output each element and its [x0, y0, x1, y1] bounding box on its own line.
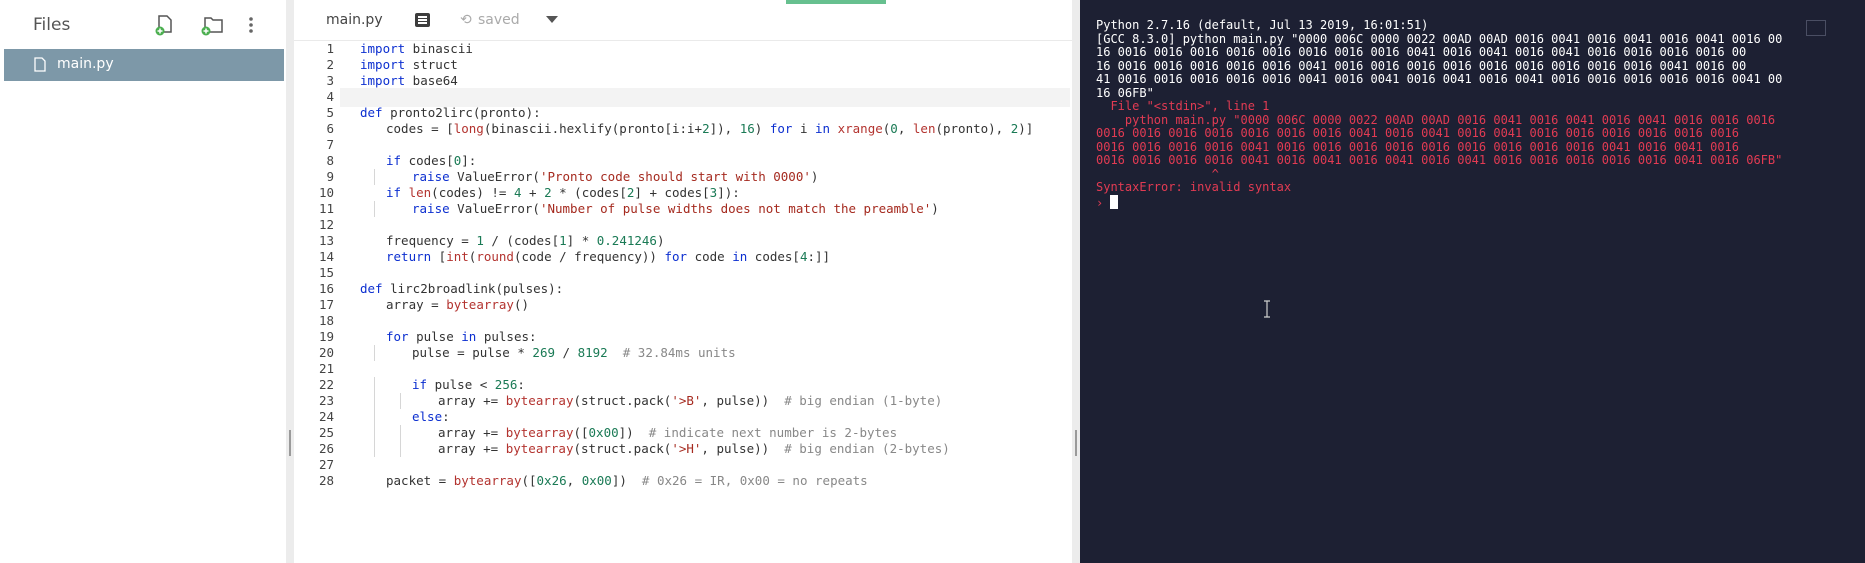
line-number: 12 — [318, 217, 334, 232]
indent-guide — [374, 345, 375, 361]
line-number: 16 — [318, 281, 334, 296]
code-line: import base64 — [360, 73, 458, 88]
code-line: if codes[0]: — [386, 153, 477, 168]
indent-guide — [374, 441, 375, 457]
line-number: 2 — [326, 57, 334, 72]
indent-guide — [400, 393, 401, 409]
code-line: return [int(round(code / frequency)) for… — [386, 249, 831, 264]
code-line: codes = [long(binascii.hexlify(pronto[i:… — [386, 121, 1034, 136]
line-number: 27 — [318, 457, 334, 472]
line-number: 7 — [326, 137, 334, 152]
file-format-icon[interactable] — [415, 13, 430, 27]
indent-guide — [400, 425, 401, 441]
line-number: 26 — [318, 441, 334, 456]
code-line: raise ValueError('Number of pulse widths… — [412, 201, 939, 216]
indent-guide — [374, 201, 375, 217]
file-icon — [34, 57, 46, 76]
sidebar-splitter[interactable] — [286, 0, 294, 563]
more-options-icon[interactable] — [246, 14, 270, 36]
console-error-line: SyntaxError: invalid syntax — [1096, 180, 1292, 194]
prompt-symbol: › — [1096, 195, 1104, 210]
code-line: import binascii — [360, 41, 473, 56]
line-number: 5 — [326, 105, 334, 120]
line-number: 8 — [326, 153, 334, 168]
code-line: def pronto2lirc(pronto): — [360, 105, 541, 120]
code-line: if pulse < 256: — [412, 377, 525, 392]
line-number: 6 — [326, 121, 334, 136]
code-line: frequency = 1 / (codes[1] * 0.241246) — [386, 233, 665, 248]
code-line: raise ValueError('Pronto code should sta… — [412, 169, 819, 184]
code-line: if len(codes) != 4 + 2 * (codes[2] + cod… — [386, 185, 740, 200]
indent-guide — [374, 377, 375, 393]
line-number: 4 — [326, 89, 334, 104]
line-number: 3 — [326, 73, 334, 88]
code-line: else: — [412, 409, 450, 424]
file-item-main-py[interactable]: main.py — [4, 49, 284, 81]
run-indicator — [786, 0, 886, 4]
file-item-label: main.py — [57, 56, 114, 72]
text-cursor-icon — [1264, 300, 1270, 318]
line-number: 22 — [318, 377, 334, 392]
new-file-icon[interactable] — [154, 14, 178, 36]
line-number: 21 — [318, 361, 334, 376]
splitter-grip — [1075, 430, 1077, 456]
code-line: array += bytearray(struct.pack('>H', pul… — [438, 441, 950, 456]
editor-tab-bar: main.py ⟲ saved — [294, 0, 1072, 41]
code-line: import struct — [360, 57, 458, 72]
console-prompt[interactable]: › — [1096, 194, 1119, 211]
indent-guide — [374, 393, 375, 409]
files-header: Files — [0, 0, 286, 48]
splitter-grip — [289, 430, 291, 456]
line-number: 24 — [318, 409, 334, 424]
line-number: 18 — [318, 313, 334, 328]
code-line: array += bytearray([0x00]) # indicate ne… — [438, 425, 898, 440]
console-cursor — [1110, 194, 1119, 209]
code-area[interactable]: 1 import binascii 2 import struct 3 import ba… — [294, 40, 1072, 563]
code-editor[interactable]: main.py ⟲ saved 1 import binascii 2 import … — [294, 0, 1072, 563]
code-line: packet = bytearray([0x26, 0x00]) # 0x26 … — [386, 473, 868, 488]
tab-main-py[interactable]: main.py — [326, 12, 383, 28]
files-title: Files — [33, 15, 71, 35]
line-number: 1 — [326, 41, 334, 56]
code-line: array += bytearray(struct.pack('>B', pul… — [438, 393, 943, 408]
code-line: array = bytearray() — [386, 297, 530, 312]
line-number: 25 — [318, 425, 334, 440]
code-line: pulse = pulse * 269 / 8192 # 32.84ms uni… — [412, 345, 736, 360]
files-panel: Files main.py — [0, 0, 287, 563]
line-number: 11 — [318, 201, 334, 216]
console-output-line: 41 0016 0016 0016 0016 0016 0041 0016 00… — [1096, 72, 1783, 86]
new-folder-icon[interactable] — [201, 14, 225, 36]
line-number: 23 — [318, 393, 334, 408]
line-number: 9 — [326, 169, 334, 184]
line-number: 10 — [318, 185, 334, 200]
line-number: 14 — [318, 249, 334, 264]
console-expand-icon[interactable] — [1806, 20, 1826, 36]
chevron-down-icon[interactable] — [546, 16, 558, 23]
code-line: for pulse in pulses: — [386, 329, 537, 344]
indent-guide — [374, 169, 375, 185]
line-number: 20 — [318, 345, 334, 360]
line-number: 19 — [318, 329, 334, 344]
saved-clock-icon: ⟲ — [460, 12, 472, 28]
indent-guide — [400, 441, 401, 457]
line-number: 13 — [318, 233, 334, 248]
console-panel[interactable]: Python 2.7.16 (default, Jul 13 2019, 16:… — [1080, 0, 1865, 563]
indent-guide — [374, 425, 375, 441]
save-status: saved — [478, 12, 520, 28]
line-number: 28 — [318, 473, 334, 488]
line-number: 17 — [318, 297, 334, 312]
line-number: 15 — [318, 265, 334, 280]
indent-guide — [374, 409, 375, 425]
code-line: def lirc2broadlink(pulses): — [360, 281, 564, 296]
editor-splitter[interactable] — [1072, 0, 1080, 563]
